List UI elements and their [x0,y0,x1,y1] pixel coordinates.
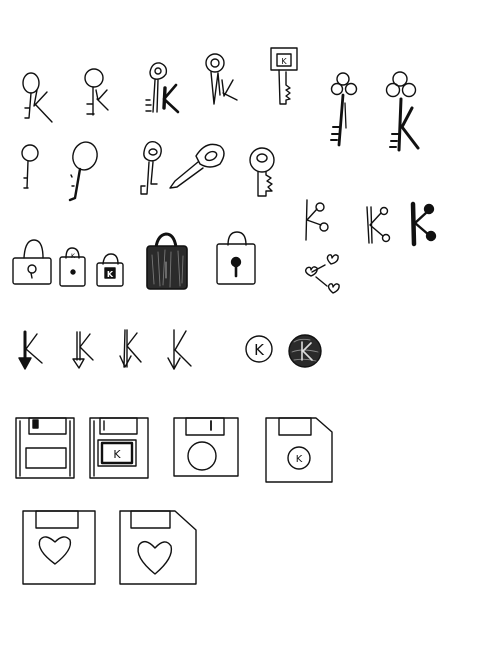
svg-text:K: K [113,448,121,461]
svg-text:K: K [296,454,303,465]
icon-sketch-sheet: K K K K K K [0,0,495,670]
svg-text:K: K [281,57,287,66]
svg-text:K: K [254,341,265,359]
svg-text:K: K [107,270,114,279]
k-circle-filled-icon [288,334,322,368]
